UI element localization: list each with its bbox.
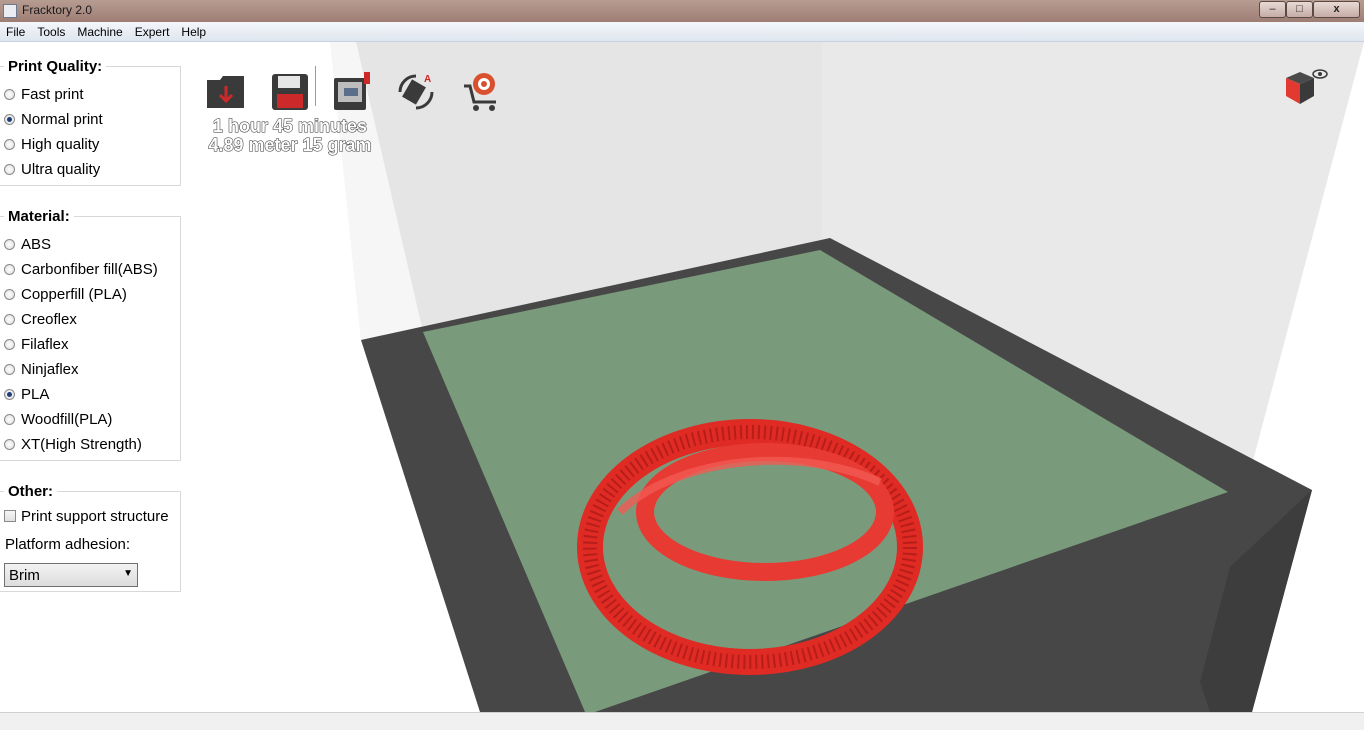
radio-label: Copperfill (PLA) [21, 285, 127, 303]
material-title: Material: [4, 208, 74, 225]
rotate-reset-icon[interactable]: A [394, 70, 438, 114]
radio-copperfill[interactable]: Copperfill (PLA) [4, 284, 127, 304]
radio-button[interactable] [4, 288, 15, 300]
radio-button[interactable] [4, 138, 15, 150]
other-title: Other: [4, 483, 57, 500]
radio-label: Normal print [21, 110, 103, 128]
radio-label: Ultra quality [21, 160, 101, 178]
radio-ninjaflex[interactable]: Ninjaflex [4, 359, 79, 379]
radio-button[interactable] [4, 238, 15, 250]
radio-button[interactable] [4, 113, 15, 125]
radio-xt-high-strength[interactable]: XT(High Strength) [4, 434, 142, 454]
radio-button[interactable] [4, 263, 15, 275]
radio-button[interactable] [4, 388, 15, 400]
close-button[interactable]: x [1313, 1, 1360, 18]
print-quality-title: Print Quality: [4, 58, 107, 75]
radio-button[interactable] [4, 438, 15, 450]
checkbox[interactable] [4, 510, 16, 522]
radio-fast-print[interactable]: Fast print [4, 84, 84, 104]
save-icon[interactable] [268, 70, 312, 114]
menu-expert[interactable]: Expert [129, 22, 176, 40]
radio-woodfill[interactable]: Woodfill(PLA) [4, 409, 112, 429]
print-material-estimate: 4.89 meter 15 gram [208, 135, 372, 156]
radio-label: Fast print [21, 85, 84, 103]
window-title: Fracktory 2.0 [22, 3, 93, 17]
radio-pla[interactable]: PLA [4, 384, 49, 404]
maximize-button[interactable]: □ [1286, 1, 1313, 18]
radio-button[interactable] [4, 363, 15, 375]
radio-label: PLA [21, 385, 50, 403]
platform-adhesion-select[interactable]: Brim ▼ [4, 563, 138, 587]
radio-button[interactable] [4, 163, 15, 175]
menu-file[interactable]: File [0, 22, 31, 40]
settings-panel: Print Quality: Fast print Normal print H… [0, 42, 190, 712]
radio-button[interactable] [4, 338, 15, 350]
radio-label: Filaflex [21, 335, 69, 353]
print-usb-icon[interactable] [330, 70, 374, 114]
radio-button[interactable] [4, 413, 15, 425]
radio-label: Carbonfiber fill(ABS) [21, 260, 158, 278]
select-value: Brim [9, 567, 40, 584]
window-title-bar[interactable]: Fracktory 2.0 – □ x [0, 0, 1364, 22]
load-file-icon[interactable] [204, 70, 248, 114]
radio-label: XT(High Strength) [21, 435, 142, 453]
radio-label: Ninjaflex [21, 360, 79, 378]
menu-machine[interactable]: Machine [71, 22, 128, 40]
radio-label: Woodfill(PLA) [21, 410, 113, 428]
radio-label: ABS [21, 235, 52, 253]
dropdown-arrow-icon: ▼ [123, 568, 133, 579]
radio-carbonfiber[interactable]: Carbonfiber fill(ABS) [4, 259, 158, 279]
status-bar [0, 712, 1364, 730]
svg-text:A: A [424, 74, 431, 85]
menu-bar: File Tools Machine Expert Help [0, 22, 1364, 42]
radio-ultra-quality[interactable]: Ultra quality [4, 159, 100, 179]
print-support-checkbox[interactable]: Print support structure [4, 506, 169, 526]
radio-high-quality[interactable]: High quality [4, 134, 99, 154]
radio-abs[interactable]: ABS [4, 234, 51, 254]
menu-tools[interactable]: Tools [31, 22, 71, 40]
platform-adhesion-label: Platform adhesion: [5, 536, 131, 553]
checkbox-label: Print support structure [21, 507, 169, 525]
view-mode-icon[interactable] [1282, 66, 1328, 108]
radio-filaflex[interactable]: Filaflex [4, 334, 69, 354]
menu-help[interactable]: Help [175, 22, 212, 40]
print-time-estimate: 1 hour 45 minutes [212, 116, 368, 137]
minimize-button[interactable]: – [1259, 1, 1286, 18]
filament-shop-icon[interactable] [460, 70, 504, 114]
toolbar-separator [315, 66, 316, 106]
radio-button[interactable] [4, 313, 15, 325]
3d-viewport[interactable]: A 1 hour 45 minutes 4.89 meter 15 gram [190, 42, 1364, 712]
radio-button[interactable] [4, 88, 15, 100]
radio-label: Creoflex [21, 310, 77, 328]
app-icon [3, 4, 17, 18]
radio-label: High quality [21, 135, 100, 153]
radio-normal-print[interactable]: Normal print [4, 109, 103, 129]
radio-creoflex[interactable]: Creoflex [4, 309, 77, 329]
